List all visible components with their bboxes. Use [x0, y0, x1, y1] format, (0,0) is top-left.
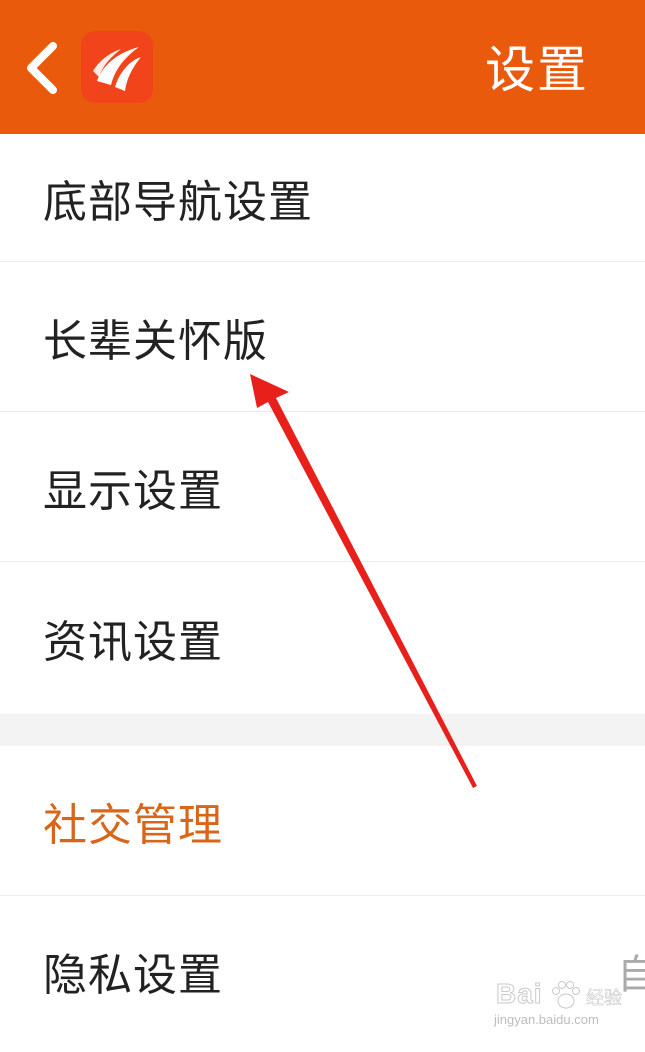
menu-item-label: 隐私设置 — [43, 950, 223, 1001]
page-title: 设置 — [485, 41, 589, 99]
watermark-brand-cn: 经验 — [586, 988, 623, 1010]
menu-item-bottom-nav[interactable]: 底部导航设置 — [0, 134, 645, 262]
menu-item-display[interactable]: 显示设置 — [0, 412, 645, 562]
menu-item-news[interactable]: 资讯设置 — [0, 562, 645, 714]
watermark-brand: Bai — [496, 978, 543, 1010]
top-bar: 设置 — [0, 0, 645, 134]
menu-item-label: 资讯设置 — [43, 617, 223, 668]
chevron-left-icon — [27, 42, 57, 94]
section-title: 社交管理 — [43, 800, 223, 851]
menu-item-label: 底部导航设置 — [43, 177, 313, 228]
section-header-social: 社交管理 — [0, 746, 645, 896]
paw-icon — [552, 981, 580, 1009]
section-gap — [0, 714, 645, 746]
menu-item-elder-mode[interactable]: 长辈关怀版 — [0, 262, 645, 412]
menu-item-label: 显示设置 — [43, 466, 223, 517]
app-logo-icon — [81, 31, 153, 103]
watermark-url: jingyan.baidu.com — [494, 1012, 599, 1027]
watermark: Bai 经验 jingyan.baidu.com — [490, 978, 640, 1034]
menu-item-label: 长辈关怀版 — [43, 316, 268, 367]
back-button[interactable] — [18, 36, 68, 100]
